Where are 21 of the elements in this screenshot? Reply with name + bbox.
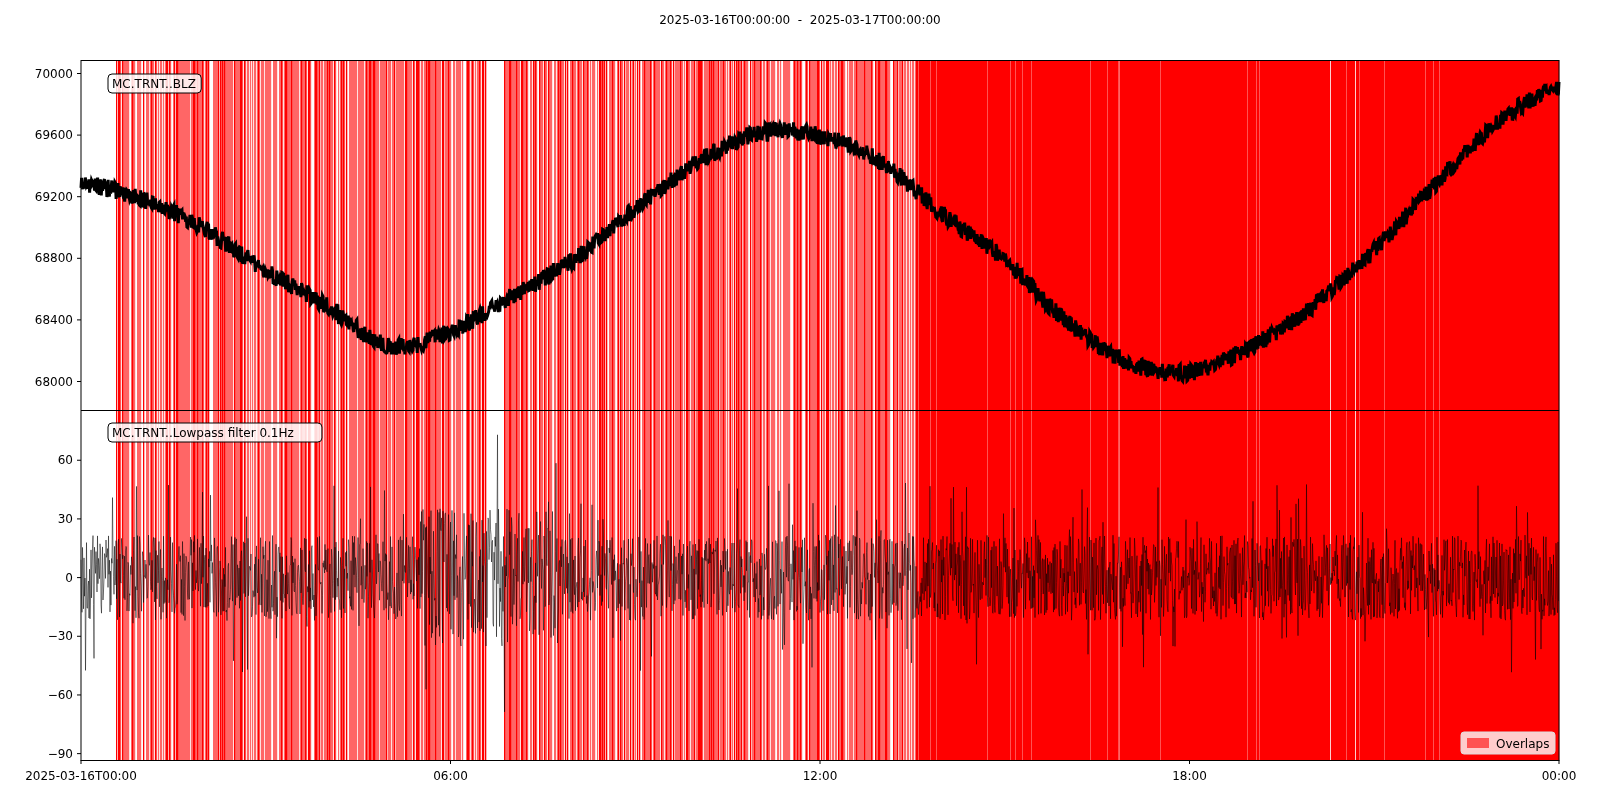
y-tick-label: 30 [57, 511, 73, 526]
y-tick-label: −90 [47, 746, 73, 761]
y-tick-label: 68000 [34, 374, 73, 389]
trace-label: MC.TRNT..BLZ [107, 73, 202, 94]
y-tick-label: 68400 [34, 312, 73, 327]
figure-title: 2025-03-16T00:00:00 - 2025-03-17T00:00:00 [659, 13, 941, 27]
y-tick-label: 60 [57, 453, 73, 468]
trace-label: MC.TRNT..Lowpass filter 0.1Hz [107, 422, 323, 443]
y-tick-label: 69600 [34, 128, 73, 143]
y-tick-label: −60 [47, 687, 73, 702]
y-tick-label: 0 [65, 570, 73, 585]
y-tick-label: −30 [47, 629, 73, 644]
y-tick-label: 68800 [34, 251, 73, 266]
x-tick-label: 00:00 [1541, 769, 1577, 783]
legend: Overlaps [1460, 731, 1556, 755]
y-tick-label: 70000 [34, 66, 73, 81]
x-tick-label: 2025-03-16T00:00 [25, 769, 137, 783]
x-tick-label: 18:00 [1172, 769, 1207, 783]
x-tick-label: 06:00 [433, 769, 468, 783]
x-tick-label: 12:00 [802, 769, 838, 783]
y-tick-label: 69200 [34, 189, 73, 204]
